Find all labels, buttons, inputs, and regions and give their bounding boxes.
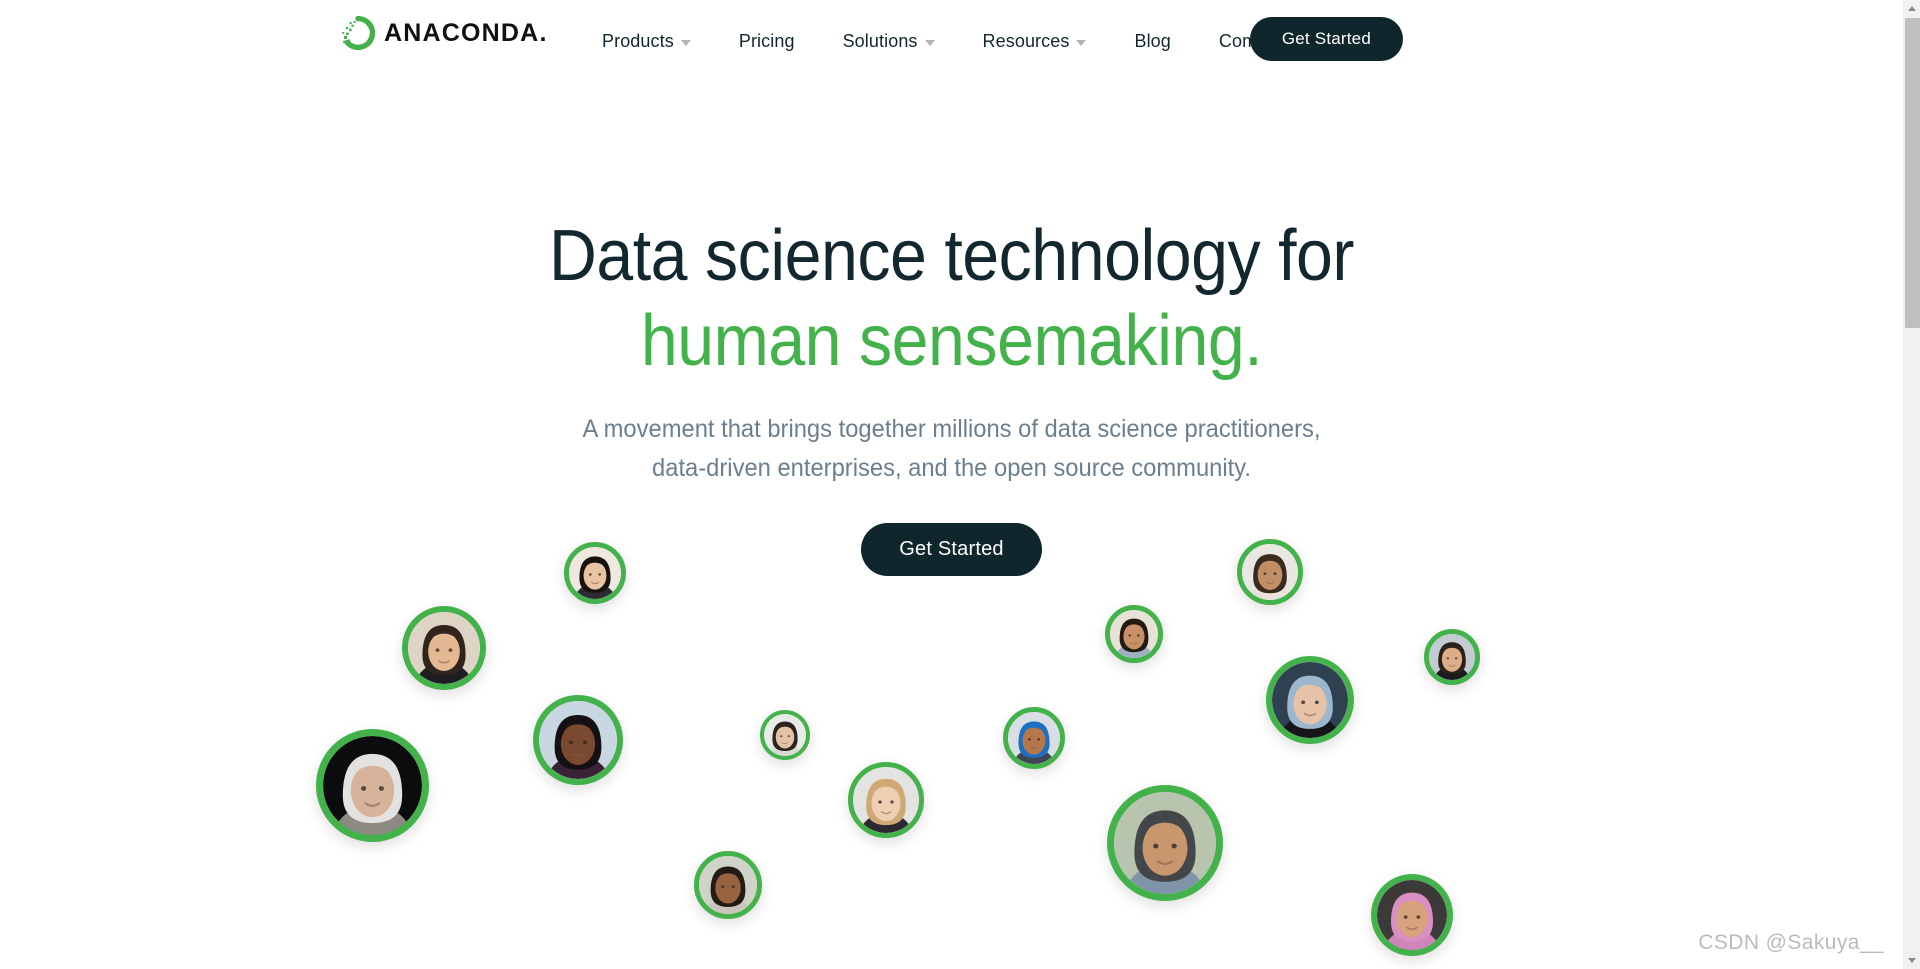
- avatar-portrait: [1242, 544, 1298, 600]
- triangle-up-icon[interactable]: [1904, 0, 1920, 17]
- nav-item-solutions[interactable]: Solutions: [819, 0, 959, 82]
- hero-headline-line-2: human sensemaking.: [640, 300, 1263, 381]
- avatar-portrait: [322, 735, 422, 835]
- nav-item-blog[interactable]: Blog: [1110, 0, 1194, 82]
- avatar-woman-curly-glasses[interactable]: [533, 695, 623, 785]
- avatar-portrait: [1377, 880, 1447, 950]
- avatar-woman-afro-glasses[interactable]: [694, 851, 762, 919]
- hero-subtitle: A movement that brings together millions…: [48, 410, 1856, 488]
- avatar-woman-dark-hair[interactable]: [564, 542, 626, 604]
- avatar-portrait: [764, 714, 806, 756]
- avatar-woman-pink-hijab[interactable]: [1371, 874, 1453, 956]
- avatar-man-older-glasses[interactable]: [1107, 785, 1223, 901]
- hero-subtitle-line-2: data-driven enterprises, and the open so…: [652, 453, 1251, 482]
- browser-viewport: ANACONDA. Products Pricing Solutions Res…: [0, 0, 1920, 969]
- avatar-portrait: [853, 767, 919, 833]
- chevron-down-icon: [1076, 39, 1087, 46]
- avatar-portrait: [699, 856, 757, 914]
- vertical-scroll-thumb[interactable]: [1905, 18, 1920, 328]
- brand-wordmark: ANACONDA.: [384, 16, 548, 50]
- avatar-man-beard-smiling[interactable]: [1105, 605, 1163, 663]
- hero-cta-container: Get Started: [0, 523, 1903, 577]
- avatar-portrait: [1429, 634, 1475, 680]
- hero-subtitle-line-1: A movement that brings together millions…: [582, 414, 1321, 443]
- csdn-watermark: CSDN @Sakuya__: [1698, 931, 1884, 954]
- avatar-woman-blue-hair[interactable]: [1266, 656, 1354, 744]
- avatar-woman-glasses-black-top[interactable]: [402, 606, 486, 690]
- nav-item-resources[interactable]: Resources: [959, 0, 1111, 82]
- primary-navigation: Products Pricing Solutions Resources Blo…: [578, 0, 1338, 82]
- hero-headline-line-1: Data science technology for: [548, 216, 1354, 296]
- avatar-portrait: [408, 612, 480, 684]
- nav-item-label: Products: [602, 30, 674, 51]
- avatar-portrait: [1110, 610, 1158, 658]
- vertical-scrollbar[interactable]: [1903, 0, 1920, 969]
- triangle-down-icon[interactable]: [1904, 952, 1920, 969]
- avatar-portrait: [1008, 712, 1060, 764]
- avatar-portrait: [1114, 792, 1216, 894]
- anaconda-logo-link[interactable]: ANACONDA.: [341, 15, 548, 51]
- nav-item-products[interactable]: Products: [578, 0, 715, 82]
- nav-item-label: Resources: [982, 30, 1070, 51]
- nav-item-label: Pricing: [738, 30, 795, 51]
- header-get-started-button[interactable]: Get Started: [1249, 17, 1403, 61]
- avatar-man-dark-shirt[interactable]: [1424, 629, 1480, 685]
- site-header: ANACONDA. Products Pricing Solutions Res…: [0, 0, 1903, 82]
- anaconda-ring-logo-icon: [341, 15, 376, 51]
- avatar-woman-curly-hair-rt[interactable]: [1237, 539, 1303, 605]
- nav-item-label: Solutions: [842, 30, 918, 51]
- header-inner: ANACONDA. Products Pricing Solutions Res…: [0, 0, 1903, 82]
- hero-section: Data science technology for human sensem…: [0, 82, 1903, 577]
- chevron-down-icon: [924, 39, 935, 46]
- hero-headline: Data science technology for human sensem…: [76, 214, 1827, 384]
- avatar-portrait: [569, 547, 621, 599]
- brand-name: ANACONDA: [384, 19, 540, 47]
- avatar-portrait: [1272, 662, 1348, 738]
- avatar-older-woman-white-hair[interactable]: [315, 728, 429, 842]
- avatar-woman-small-plant[interactable]: [760, 710, 810, 760]
- chevron-down-icon: [680, 39, 691, 46]
- hero-get-started-button[interactable]: Get Started: [861, 523, 1042, 577]
- nav-item-pricing[interactable]: Pricing: [715, 0, 819, 82]
- brand-trailing-dot: .: [539, 19, 548, 47]
- avatar-portrait: [539, 701, 617, 779]
- avatar-woman-blonde-glasses[interactable]: [848, 762, 924, 838]
- avatar-man-blue-turban[interactable]: [1003, 707, 1065, 769]
- nav-item-label: Blog: [1134, 30, 1171, 51]
